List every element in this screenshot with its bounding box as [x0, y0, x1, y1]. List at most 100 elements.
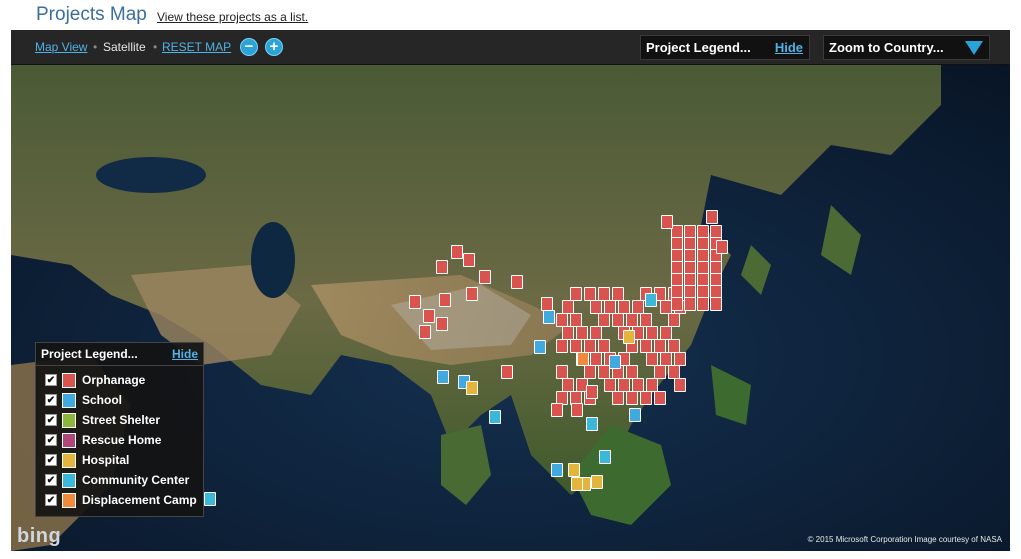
school-marker[interactable]: [543, 310, 555, 324]
legend-item-orphanage[interactable]: ✔ Orphanage: [45, 372, 200, 390]
orphanage-marker[interactable]: [654, 339, 666, 353]
legend-checkbox[interactable]: ✔: [45, 434, 57, 446]
community-center-marker[interactable]: [489, 410, 501, 424]
hospital-marker[interactable]: [568, 463, 580, 477]
zoom-out-button[interactable]: −: [240, 38, 258, 56]
legend-checkbox[interactable]: ✔: [45, 414, 57, 426]
orphanage-marker[interactable]: [511, 275, 523, 289]
hospital-marker[interactable]: [591, 475, 603, 489]
school-marker[interactable]: [437, 370, 449, 384]
legend-item-community-center[interactable]: ✔ Community Center: [45, 472, 200, 490]
orphanage-marker[interactable]: [604, 300, 616, 314]
orphanage-marker[interactable]: [451, 245, 463, 259]
orphanage-marker[interactable]: [612, 313, 624, 327]
orphanage-marker[interactable]: [598, 287, 610, 301]
orphanage-marker[interactable]: [604, 378, 616, 392]
orphanage-marker[interactable]: [551, 403, 563, 417]
orphanage-marker[interactable]: [640, 313, 652, 327]
orphanage-marker[interactable]: [640, 391, 652, 405]
orphanage-marker[interactable]: [668, 339, 680, 353]
orphanage-marker[interactable]: [562, 378, 574, 392]
orphanage-marker[interactable]: [409, 295, 421, 309]
school-marker[interactable]: [534, 340, 546, 354]
orphanage-marker[interactable]: [466, 287, 478, 301]
legend-hide-link[interactable]: Hide: [775, 40, 803, 55]
orphanage-marker[interactable]: [612, 391, 624, 405]
orphanage-marker[interactable]: [710, 297, 722, 311]
orphanage-marker[interactable]: [541, 297, 553, 311]
orphanage-marker[interactable]: [556, 313, 568, 327]
orphanage-marker[interactable]: [562, 326, 574, 340]
orphanage-marker[interactable]: [697, 297, 709, 311]
orphanage-marker[interactable]: [684, 297, 696, 311]
orphanage-marker[interactable]: [654, 365, 666, 379]
orphanage-marker[interactable]: [598, 313, 610, 327]
school-marker[interactable]: [629, 408, 641, 422]
satellite-mode-label[interactable]: Satellite: [103, 40, 146, 54]
orphanage-marker[interactable]: [501, 365, 513, 379]
zoom-to-country-select[interactable]: Zoom to Country...: [823, 35, 990, 60]
orphanage-marker[interactable]: [706, 210, 718, 224]
orphanage-marker[interactable]: [556, 365, 568, 379]
orphanage-marker[interactable]: [584, 365, 596, 379]
orphanage-marker[interactable]: [590, 352, 602, 366]
orphanage-marker[interactable]: [598, 339, 610, 353]
orphanage-marker[interactable]: [584, 339, 596, 353]
orphanage-marker[interactable]: [562, 300, 574, 314]
hospital-marker[interactable]: [571, 477, 583, 491]
orphanage-marker[interactable]: [586, 385, 598, 399]
orphanage-marker[interactable]: [660, 326, 672, 340]
orphanage-marker[interactable]: [479, 270, 491, 284]
orphanage-marker[interactable]: [660, 352, 672, 366]
orphanage-marker[interactable]: [668, 365, 680, 379]
hospital-marker[interactable]: [466, 381, 478, 395]
orphanage-marker[interactable]: [626, 365, 638, 379]
satellite-map[interactable]: Project Legend... Hide ✔ Orphanage ✔ Sch…: [11, 65, 1010, 551]
orphanage-marker[interactable]: [463, 253, 475, 267]
orphanage-marker[interactable]: [570, 313, 582, 327]
orphanage-marker[interactable]: [584, 287, 596, 301]
orphanage-marker[interactable]: [419, 325, 431, 339]
orphanage-marker[interactable]: [436, 260, 448, 274]
legend-checkbox[interactable]: ✔: [45, 474, 57, 486]
community-center-marker[interactable]: [204, 492, 216, 506]
orphanage-marker[interactable]: [556, 339, 568, 353]
orphanage-marker[interactable]: [576, 326, 588, 340]
orphanage-marker[interactable]: [632, 378, 644, 392]
orphanage-marker[interactable]: [570, 339, 582, 353]
orphanage-marker[interactable]: [632, 300, 644, 314]
reset-map-link[interactable]: RESET MAP: [162, 40, 231, 54]
legend-panel-hide-link[interactable]: Hide: [172, 347, 198, 361]
orphanage-marker[interactable]: [626, 313, 638, 327]
legend-item-displacement-camp[interactable]: ✔ Displacement Camp: [45, 492, 200, 510]
legend-checkbox[interactable]: ✔: [45, 394, 57, 406]
school-marker[interactable]: [551, 463, 563, 477]
orphanage-marker[interactable]: [646, 378, 658, 392]
legend-checkbox[interactable]: ✔: [45, 494, 57, 506]
orphanage-marker[interactable]: [423, 309, 435, 323]
legend-item-hospital[interactable]: ✔ Hospital: [45, 452, 200, 470]
orphanage-marker[interactable]: [671, 297, 683, 311]
orphanage-marker[interactable]: [618, 300, 630, 314]
orphanage-marker[interactable]: [626, 391, 638, 405]
orphanage-marker[interactable]: [436, 317, 448, 331]
orphanage-marker[interactable]: [674, 352, 686, 366]
legend-checkbox[interactable]: ✔: [45, 374, 57, 386]
zoom-in-button[interactable]: +: [265, 38, 283, 56]
orphanage-marker[interactable]: [661, 215, 673, 229]
orphanage-marker[interactable]: [646, 352, 658, 366]
orphanage-marker[interactable]: [646, 326, 658, 340]
orphanage-marker[interactable]: [716, 240, 728, 254]
view-as-list-link[interactable]: View these projects as a list.: [157, 10, 308, 24]
community-center-marker[interactable]: [599, 450, 611, 464]
orphanage-marker[interactable]: [640, 339, 652, 353]
orphanage-marker[interactable]: [654, 391, 666, 405]
school-marker[interactable]: [609, 355, 621, 369]
displacement-camp-marker[interactable]: [577, 352, 589, 366]
orphanage-marker[interactable]: [668, 313, 680, 327]
orphanage-marker[interactable]: [674, 378, 686, 392]
orphanage-marker[interactable]: [570, 287, 582, 301]
community-center-marker[interactable]: [645, 293, 657, 307]
legend-item-school[interactable]: ✔ School: [45, 392, 200, 410]
map-view-link[interactable]: Map View: [35, 40, 87, 54]
